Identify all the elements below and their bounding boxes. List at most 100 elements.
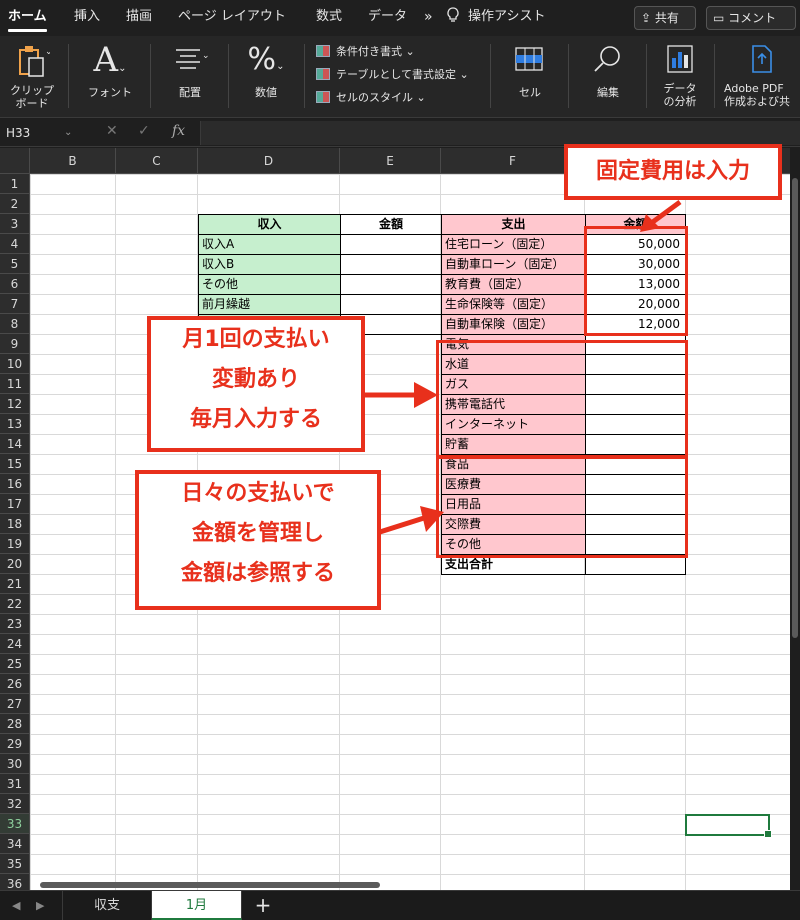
row-header[interactable]: 11 xyxy=(0,374,29,394)
row-header[interactable]: 2 xyxy=(0,194,29,214)
row-header[interactable]: 22 xyxy=(0,594,29,614)
percent-icon: %⌄ xyxy=(247,42,285,77)
align-button[interactable]: ⌄ 配置 xyxy=(160,40,220,114)
table-format-button[interactable]: テーブルとして書式設定 ⌄ xyxy=(316,65,469,85)
income-item-amount[interactable] xyxy=(340,274,442,295)
row-header[interactable]: 21 xyxy=(0,574,29,594)
cell-style-button[interactable]: セルのスタイル ⌄ xyxy=(316,88,426,108)
row-header[interactable]: 31 xyxy=(0,774,29,794)
row-header[interactable]: 1 xyxy=(0,174,29,194)
font-button[interactable]: A⌄ フォント xyxy=(80,40,140,114)
ribbon-divider xyxy=(568,44,569,108)
income-item-label[interactable]: 収入A xyxy=(198,234,341,255)
row-header[interactable]: 33 xyxy=(0,814,29,834)
row-header[interactable]: 27 xyxy=(0,694,29,714)
expense-item-label[interactable]: 自動車ローン（固定） xyxy=(441,254,586,275)
daily-callout-line-3: 金額は参照する xyxy=(180,561,335,586)
expense-item-label[interactable]: 生命保険等（固定） xyxy=(441,294,586,315)
function-icon[interactable]: fx xyxy=(172,123,185,139)
row-header[interactable]: 5 xyxy=(0,254,29,274)
tab-formulas[interactable]: 数式 xyxy=(316,0,342,36)
income-item-amount[interactable] xyxy=(340,234,442,255)
income-header[interactable]: 収入 xyxy=(198,214,341,235)
tab-data[interactable]: データ xyxy=(368,0,407,36)
row-header[interactable]: 8 xyxy=(0,314,29,334)
row-header[interactable]: 14 xyxy=(0,434,29,454)
sheet-tab-bar: ◀ ▶ 収支 1月 + xyxy=(0,890,800,920)
analyze-data-button[interactable]: データ の分析 xyxy=(652,40,708,114)
income-item-label[interactable]: 収入B xyxy=(198,254,341,275)
vertical-scrollbar[interactable] xyxy=(790,148,800,890)
edit-button[interactable]: 編集 xyxy=(578,40,638,114)
adobe-pdf-button[interactable]: Adobe PDF 作成および共 xyxy=(722,40,800,114)
row-header[interactable]: 6 xyxy=(0,274,29,294)
row-header[interactable]: 28 xyxy=(0,714,29,734)
row-header[interactable]: 34 xyxy=(0,834,29,854)
expense-item-label[interactable]: 住宅ローン（固定） xyxy=(441,234,586,255)
row-header[interactable]: 4 xyxy=(0,234,29,254)
tab-page-layout[interactable]: ページ レイアウト xyxy=(178,0,286,36)
more-tabs-icon[interactable]: » xyxy=(424,0,433,36)
row-header[interactable]: 15 xyxy=(0,454,29,474)
comment-button[interactable]: ▭ コメント xyxy=(706,6,796,30)
confirm-icon[interactable]: ✓ xyxy=(138,123,150,139)
formula-input[interactable] xyxy=(200,121,800,145)
conditional-format-button[interactable]: 条件付き書式 ⌄ xyxy=(316,42,415,62)
row-header[interactable]: 35 xyxy=(0,854,29,874)
cancel-icon[interactable]: ✕ xyxy=(106,123,118,139)
share-button[interactable]: ⇪ 共有 xyxy=(634,6,696,30)
row-header[interactable]: 3 xyxy=(0,214,29,234)
row-header[interactable]: 9 xyxy=(0,334,29,354)
monthly-callout-line-1: 月1回の支払い xyxy=(182,327,330,352)
tab-home[interactable]: ホーム xyxy=(8,0,47,36)
row-header[interactable]: 26 xyxy=(0,674,29,694)
select-all-corner[interactable] xyxy=(0,148,30,174)
horizontal-scroll-thumb[interactable] xyxy=(40,882,380,888)
row-header[interactable]: 7 xyxy=(0,294,29,314)
sheet-prev-icon[interactable]: ◀ xyxy=(12,899,20,912)
tab-draw[interactable]: 描画 xyxy=(126,0,152,36)
monthly-callout-line-3: 毎月入力する xyxy=(189,407,322,432)
clipboard-button[interactable]: ⌄ クリップ ボード xyxy=(2,40,62,114)
number-button[interactable]: %⌄ 数値 xyxy=(236,40,296,114)
row-header[interactable]: 17 xyxy=(0,494,29,514)
row-header[interactable]: 25 xyxy=(0,654,29,674)
row-header[interactable]: 24 xyxy=(0,634,29,654)
row-header[interactable]: 29 xyxy=(0,734,29,754)
row-header[interactable]: 20 xyxy=(0,554,29,574)
expense-item-label[interactable]: 教育費（固定） xyxy=(441,274,586,295)
row-header[interactable]: 16 xyxy=(0,474,29,494)
daily-callout-line-1: 日々の支払いで xyxy=(181,481,335,506)
expense-item-label[interactable]: 自動車保険（固定） xyxy=(441,314,586,335)
column-header-d[interactable]: D xyxy=(198,148,340,174)
sheet-tab-january[interactable]: 1月 xyxy=(152,891,242,920)
row-header[interactable]: 18 xyxy=(0,514,29,534)
expense-header[interactable]: 支出 xyxy=(441,214,586,235)
income-item-amount[interactable] xyxy=(340,294,442,315)
income-item-amount[interactable] xyxy=(340,254,442,275)
sheet-next-icon[interactable]: ▶ xyxy=(36,899,44,912)
row-header[interactable]: 10 xyxy=(0,354,29,374)
income-item-label[interactable]: その他 xyxy=(198,274,341,295)
row-header[interactable]: 19 xyxy=(0,534,29,554)
tab-insert[interactable]: 挿入 xyxy=(74,0,100,36)
row-header[interactable]: 13 xyxy=(0,414,29,434)
row-header[interactable]: 23 xyxy=(0,614,29,634)
vertical-scroll-thumb[interactable] xyxy=(792,178,798,638)
tab-tell-me[interactable]: 操作アシスト xyxy=(468,0,545,36)
row-header[interactable]: 12 xyxy=(0,394,29,414)
sheet-tab-income-expense[interactable]: 収支 xyxy=(62,891,152,920)
add-sheet-icon[interactable]: + xyxy=(252,893,274,917)
column-header-e[interactable]: E xyxy=(340,148,441,174)
row-header[interactable]: 36 xyxy=(0,874,29,890)
row-header[interactable]: 30 xyxy=(0,754,29,774)
column-header-c[interactable]: C xyxy=(116,148,198,174)
monthly-callout: 月1回の支払い 変動あり 毎月入力する xyxy=(147,316,365,452)
selected-cell[interactable] xyxy=(685,814,772,838)
name-box-dropdown-icon[interactable]: ⌄ xyxy=(64,127,72,138)
row-header[interactable]: 32 xyxy=(0,794,29,814)
column-header-b[interactable]: B xyxy=(30,148,116,174)
income-amount-header[interactable]: 金額 xyxy=(340,214,442,235)
cells-button[interactable]: セル xyxy=(500,40,560,114)
income-item-label[interactable]: 前月繰越 xyxy=(198,294,341,315)
